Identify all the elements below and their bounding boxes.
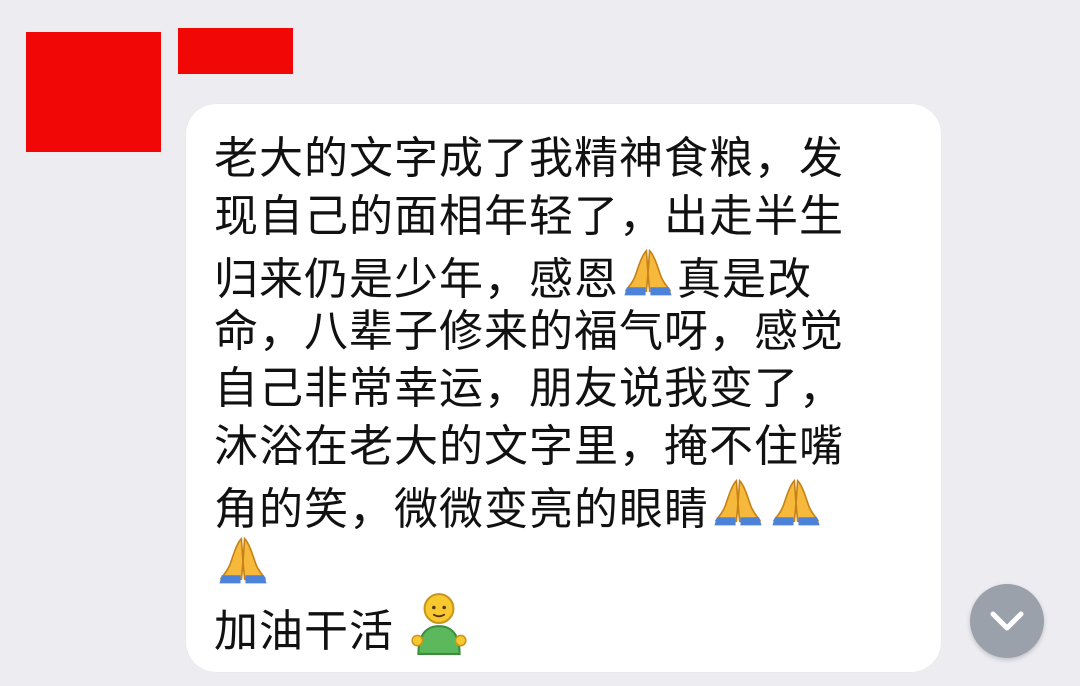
folded-hands-icon	[624, 248, 672, 296]
message-line: 命，八辈子修来的福气呀，感觉	[214, 305, 844, 357]
message-line	[214, 533, 921, 591]
chevron-down-icon	[990, 611, 1024, 631]
person-icon	[411, 593, 467, 655]
redacted-avatar[interactable]	[26, 32, 161, 152]
redacted-sender-name	[178, 28, 293, 74]
folded-hands-icon	[772, 478, 820, 526]
scroll-to-bottom-button[interactable]	[970, 584, 1044, 658]
message-text: 老大的文字成了我精神食粮，发 现自己的面相年轻了，出走半生 归来仍是少年，感恩 …	[214, 130, 921, 657]
chat-screen: 老大的文字成了我精神食粮，发 现自己的面相年轻了，出走半生 归来仍是少年，感恩 …	[0, 0, 1080, 686]
message-line: 现自己的面相年轻了，出走半生	[214, 190, 844, 242]
message-line: 加油干活	[214, 590, 921, 657]
message-line: 老大的文字成了我精神食粮，发	[214, 133, 844, 184]
message-line: 归来仍是少年，感恩 真是改	[214, 245, 921, 305]
message-bubble[interactable]: 老大的文字成了我精神食粮，发 现自己的面相年轻了，出走半生 归来仍是少年，感恩 …	[186, 104, 941, 672]
folded-hands-icon	[219, 536, 267, 583]
message-line: 角的笑，微微变亮的眼睛	[214, 475, 921, 535]
message-line: 自己非常幸运，朋友说我变了，	[214, 363, 844, 414]
folded-hands-icon	[714, 478, 762, 526]
message-line: 沐浴在老大的文字里，掩不住嘴	[214, 420, 844, 472]
